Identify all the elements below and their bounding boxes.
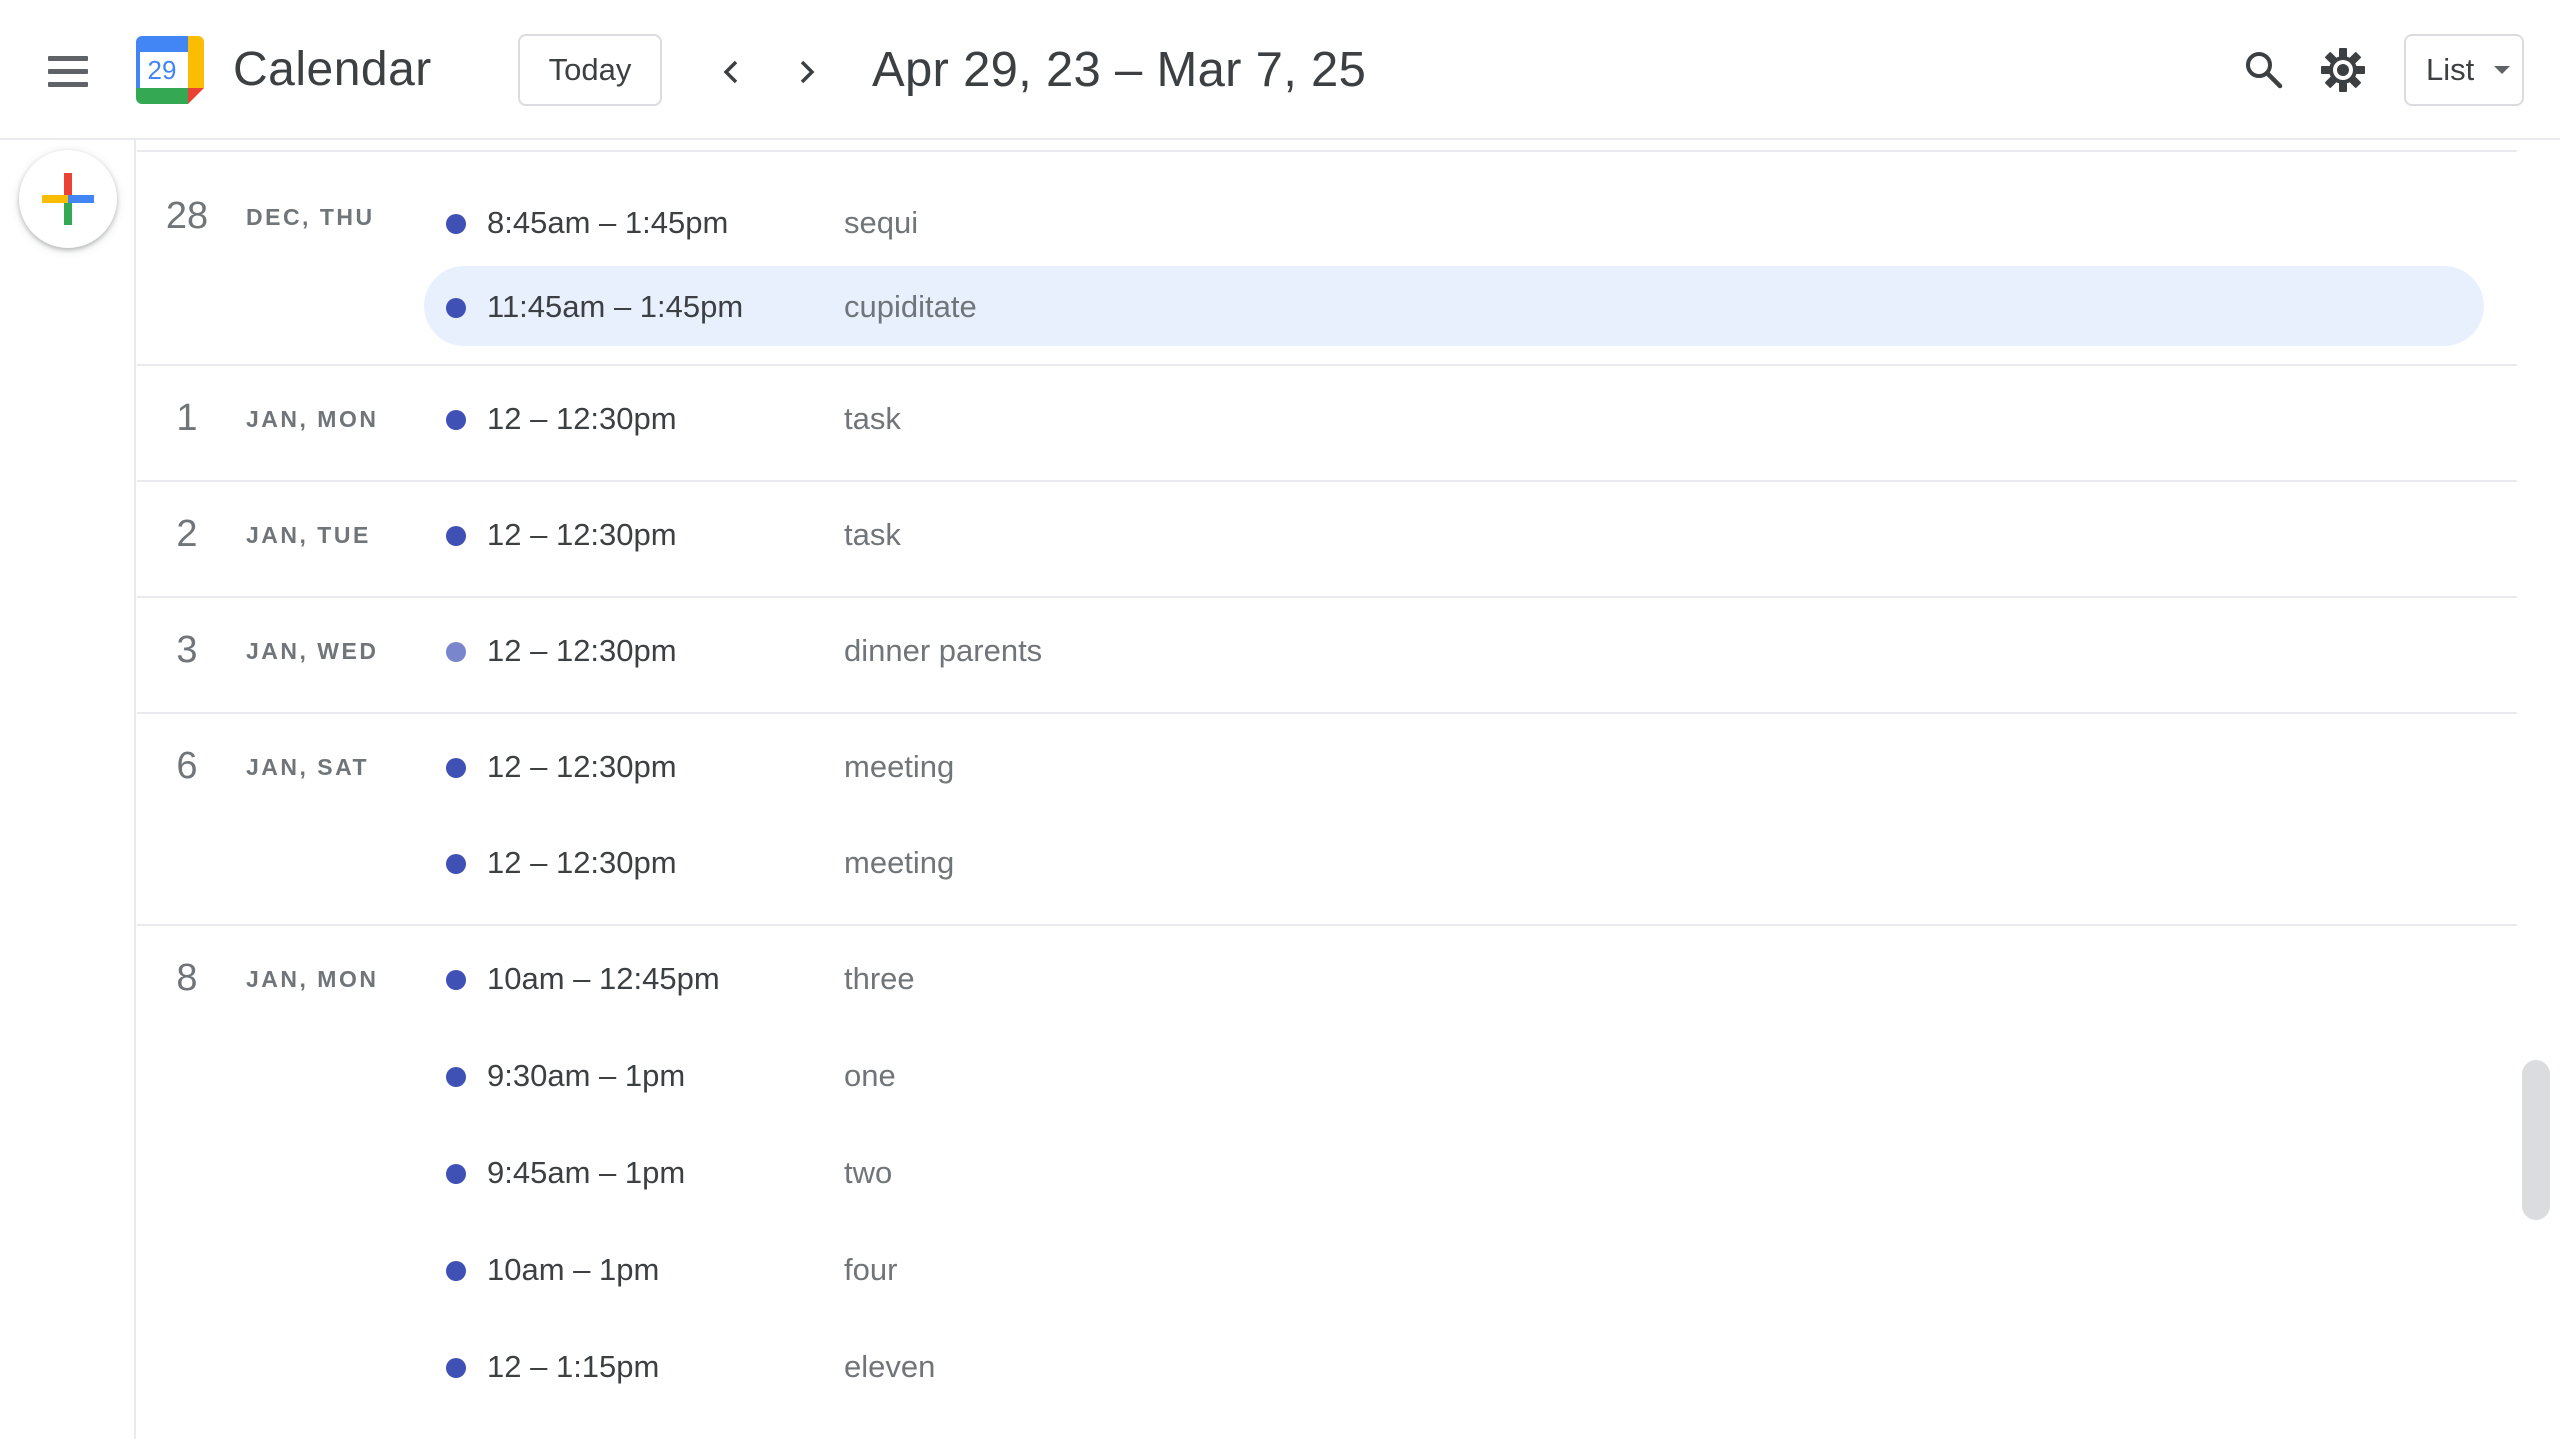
hamburger-menu-icon[interactable]	[36, 45, 100, 97]
event-row[interactable]: 9:30am – 1pm one	[424, 1035, 2484, 1115]
day-number[interactable]: 6	[159, 746, 215, 786]
event-title: dinner parents	[844, 633, 1043, 668]
event-time: 12 – 12:30pm	[487, 401, 677, 436]
event-color-dot	[446, 410, 466, 430]
event-row[interactable]: 12 – 12:30pm task	[424, 378, 2484, 458]
date-range-title: Apr 29, 23 – Mar 7, 25	[872, 43, 1367, 97]
logo-day-number: 29	[148, 55, 177, 85]
event-title: three	[844, 961, 915, 996]
event-time: 8:45am – 1:45pm	[487, 205, 729, 240]
event-time: 12 – 12:30pm	[487, 749, 677, 784]
calendar-logo-icon[interactable]: 29	[132, 32, 208, 108]
event-row[interactable]: 9:45am – 1pm two	[424, 1132, 2484, 1212]
view-switcher-dropdown[interactable]: List	[2404, 34, 2524, 106]
search-button[interactable]	[2232, 38, 2296, 102]
event-color-dot	[446, 854, 466, 874]
day-label: JAN, SAT	[246, 754, 370, 780]
event-time: 11:45am – 1:45pm	[487, 289, 744, 324]
event-time: 9:30am – 1pm	[487, 1058, 686, 1093]
event-time: 10am – 1pm	[487, 1252, 660, 1287]
day-number[interactable]: 3	[159, 630, 215, 670]
view-switcher-label: List	[2426, 52, 2475, 87]
day-number[interactable]: 8	[159, 958, 215, 998]
event-color-dot	[446, 758, 466, 778]
vertical-scrollbar-thumb[interactable]	[2522, 1060, 2550, 1220]
event-color-dot	[446, 1358, 466, 1378]
event-time: 12 – 12:30pm	[487, 633, 677, 668]
event-title: one	[844, 1058, 896, 1093]
day-group: 1 JAN, MON 12 – 12:30pm task	[137, 366, 2517, 482]
event-title: meeting	[844, 749, 955, 784]
event-color-dot	[446, 1067, 466, 1087]
event-row[interactable]: 10am – 12:45pm three	[424, 938, 2484, 1018]
event-color-dot	[446, 970, 466, 990]
event-title: two	[844, 1155, 893, 1190]
event-row-selected[interactable]: 11:45am – 1:45pm cupiditate	[424, 266, 2484, 346]
gear-icon	[2321, 48, 2365, 92]
previous-period-button[interactable]	[700, 40, 764, 104]
day-label: DEC, THU	[246, 204, 375, 230]
event-title: cupiditate	[844, 289, 977, 324]
settings-button[interactable]	[2311, 38, 2375, 102]
event-title: eleven	[844, 1349, 936, 1384]
day-label: JAN, MON	[246, 966, 379, 992]
event-title: meeting	[844, 845, 955, 880]
day-number[interactable]: 2	[159, 514, 215, 554]
event-title: task	[844, 401, 901, 436]
event-title: four	[844, 1252, 898, 1287]
day-group: 6 JAN, SAT 12 – 12:30pm meeting 12 – 12:…	[137, 714, 2517, 926]
day-label: JAN, WED	[246, 638, 379, 664]
event-color-dot	[446, 298, 466, 318]
event-time: 12 – 12:30pm	[487, 517, 677, 552]
next-period-button[interactable]	[774, 40, 838, 104]
event-color-dot	[446, 1261, 466, 1281]
day-number[interactable]: 1	[159, 398, 215, 438]
event-title: sequi	[844, 205, 919, 240]
event-color-dot	[446, 642, 466, 662]
event-row[interactable]: 12 – 12:30pm meeting	[424, 726, 2484, 806]
create-event-button[interactable]	[19, 150, 117, 248]
event-time: 12 – 12:30pm	[487, 845, 677, 880]
dropdown-caret-icon	[2494, 66, 2511, 74]
top-app-bar: 29 Calendar Today Apr 29, 23 – Mar 7, 25	[0, 0, 2560, 140]
event-color-dot	[446, 214, 466, 234]
event-row[interactable]: 8:45am – 1:45pm sequi	[424, 182, 2484, 262]
day-label: JAN, MON	[246, 406, 379, 432]
event-time: 10am – 12:45pm	[487, 961, 720, 996]
chevron-right-icon	[800, 60, 815, 84]
chevron-left-icon	[723, 60, 738, 84]
day-label: JAN, TUE	[246, 522, 371, 548]
event-color-dot	[446, 1164, 466, 1184]
day-group: 8 JAN, MON 10am – 12:45pm three 9:30am –…	[137, 926, 2517, 1439]
left-rail	[0, 140, 136, 1439]
event-time: 12 – 1:15pm	[487, 1349, 660, 1384]
event-title: task	[844, 517, 901, 552]
event-color-dot	[446, 526, 466, 546]
plus-icon	[42, 173, 94, 225]
event-time: 9:45am – 1pm	[487, 1155, 686, 1190]
day-group: 28 DEC, THU 8:45am – 1:45pm sequi 11:45a…	[137, 152, 2517, 366]
event-row[interactable]: 12 – 12:30pm task	[424, 494, 2484, 574]
day-group: 3 JAN, WED 12 – 12:30pm dinner parents	[137, 598, 2517, 714]
app-title: Calendar	[233, 43, 432, 96]
event-row[interactable]: 10am – 1pm four	[424, 1229, 2484, 1309]
today-button[interactable]: Today	[518, 34, 662, 106]
day-group: 2 JAN, TUE 12 – 12:30pm task	[137, 482, 2517, 598]
day-number[interactable]: 28	[159, 196, 215, 236]
schedule-list: 28 DEC, THU 8:45am – 1:45pm sequi 11:45a…	[137, 140, 2517, 1439]
event-row[interactable]: 12 – 12:30pm meeting	[424, 822, 2484, 902]
search-icon	[2246, 52, 2283, 89]
event-row[interactable]: 12 – 1:15pm eleven	[424, 1326, 2484, 1406]
event-row[interactable]: 12 – 12:30pm dinner parents	[424, 610, 2484, 690]
